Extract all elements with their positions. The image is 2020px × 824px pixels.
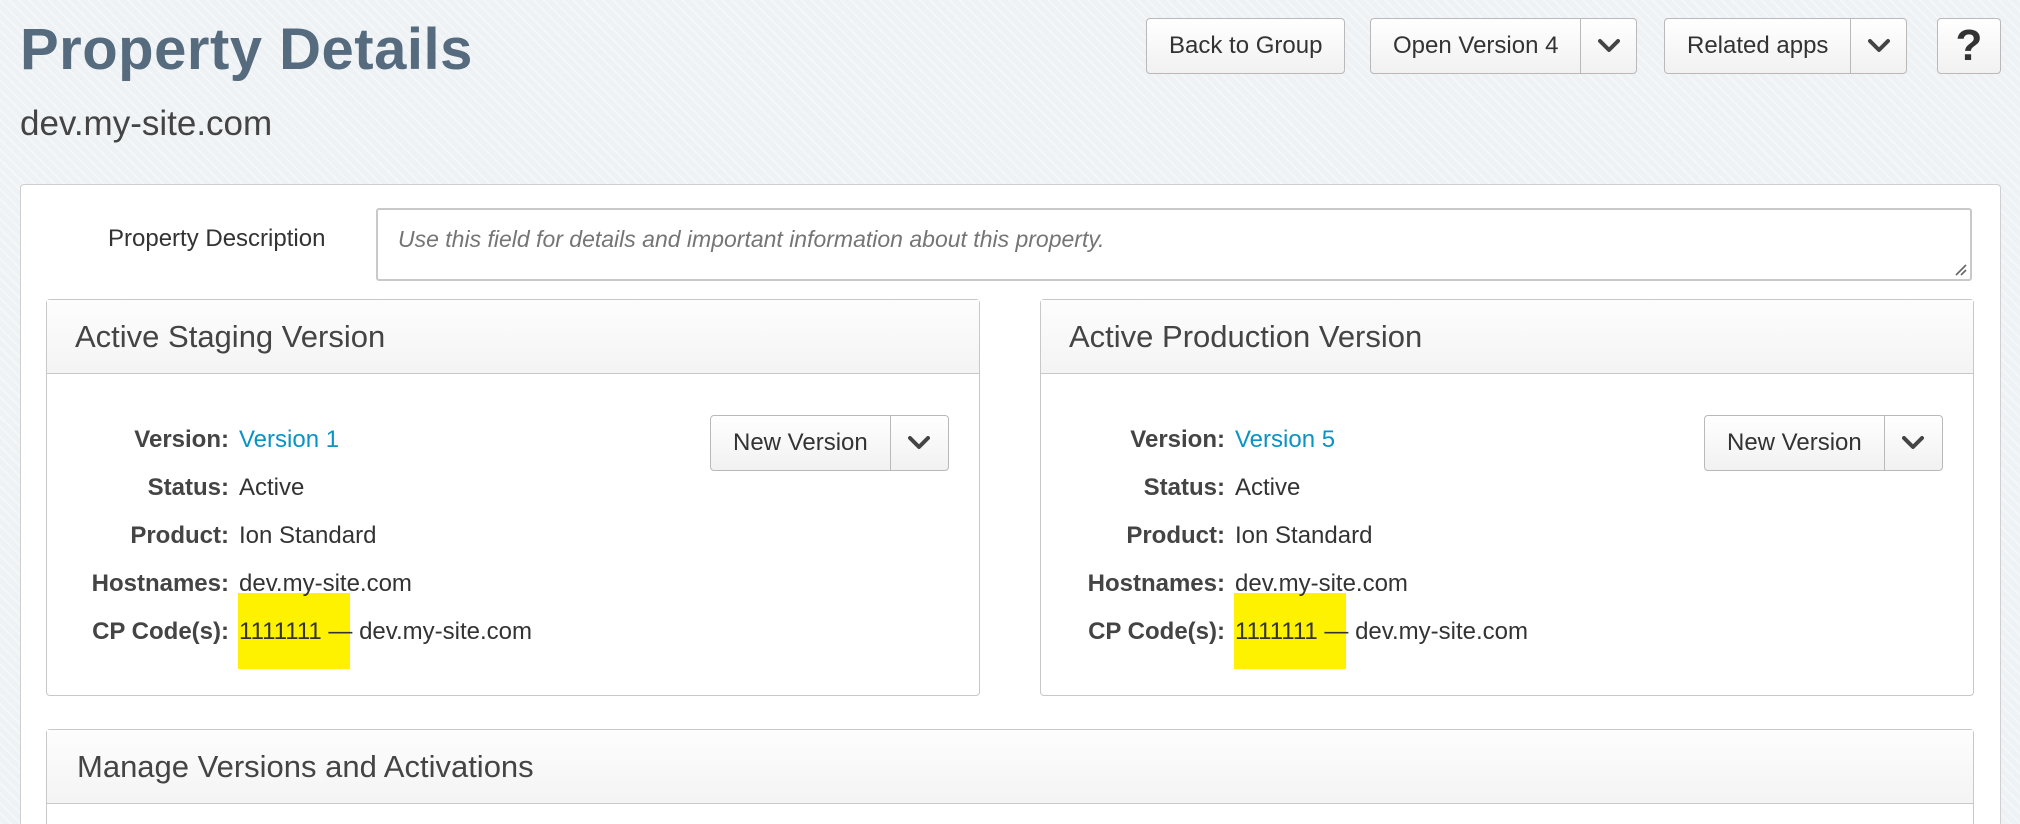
manage-versions-title: Manage Versions and Activations [47,730,1973,804]
hostnames-label: Hostnames: [1087,570,1225,597]
resize-handle-icon[interactable] [1953,262,1967,276]
staging-cpcode-value: 1111111 [239,618,322,645]
production-cpcode-host: — dev.my-site.com [1317,618,1529,645]
manage-versions-panel: Manage Versions and Activations [46,729,1974,824]
open-version-dropdown-button[interactable] [1580,19,1636,73]
staging-product-value: Ion Standard [239,522,377,549]
hostnames-label: Hostnames: [91,570,229,597]
production-hostnames-value: dev.my-site.com [1235,570,1408,597]
staging-new-version-button[interactable]: New Version [711,429,890,457]
staging-cpcode-row: CP Code(s): 1111111 — dev.my-site.com [54,618,532,646]
staging-status-row: Status: Active [54,474,305,502]
page-title: Property Details [20,17,473,82]
page-subtitle: dev.my-site.com [20,104,273,143]
staging-hostnames-value: dev.my-site.com [239,570,412,597]
product-label: Product: [130,522,229,549]
back-to-group-button[interactable]: Back to Group [1146,18,1346,74]
production-cpcode-value: 1111111 [1235,618,1318,645]
back-to-group-label: Back to Group [1169,32,1323,59]
staging-product-row: Product: Ion Standard [54,522,376,550]
staging-panel-title: Active Staging Version [47,300,979,374]
production-panel-title: Active Production Version [1041,300,1973,374]
staging-new-version-split-button: New Version [710,415,949,471]
open-version-split-button: Open Version 4 [1370,18,1638,74]
related-apps-split-button: Related apps [1664,18,1908,74]
staging-version-row: Version: Version 1 [54,426,339,454]
cpcodes-label: CP Code(s): [92,618,229,645]
production-new-version-dropdown-button[interactable] [1883,416,1942,470]
production-version-row: Version: Version 5 [1050,426,1335,454]
property-description-input[interactable] [376,208,1972,281]
active-staging-version-panel: Active Staging Version Version: Version … [46,299,980,696]
staging-version-link[interactable]: Version 1 [239,426,339,454]
staging-cpcode-host: — dev.my-site.com [321,618,533,645]
production-version-link[interactable]: Version 5 [1235,426,1335,454]
production-status-value: Active [1235,474,1301,501]
production-new-version-split-button: New Version [1704,415,1943,471]
help-icon: ? [1955,21,1983,70]
related-apps-button[interactable]: Related apps [1665,32,1850,60]
version-label: Version: [1130,426,1225,453]
staging-hostnames-row: Hostnames: dev.my-site.com [54,570,412,598]
chevron-down-icon [908,436,931,449]
cpcodes-label: CP Code(s): [1088,618,1225,645]
related-apps-dropdown-button[interactable] [1850,19,1906,73]
product-label: Product: [1126,522,1225,549]
production-new-version-button[interactable]: New Version [1705,429,1884,457]
active-production-version-panel: Active Production Version Version: Versi… [1040,299,1974,696]
staging-status-value: Active [239,474,305,501]
production-hostnames-row: Hostnames: dev.my-site.com [1050,570,1408,598]
production-cpcode-row: CP Code(s): 1111111 — dev.my-site.com [1050,618,1528,646]
status-label: Status: [1143,474,1225,501]
chevron-down-icon [1867,39,1890,52]
production-product-value: Ion Standard [1235,522,1373,549]
chevron-down-icon [1902,436,1925,449]
status-label: Status: [147,474,229,501]
production-status-row: Status: Active [1050,474,1301,502]
open-version-button[interactable]: Open Version 4 [1371,32,1580,60]
help-button[interactable]: ? [1937,18,2001,74]
version-label: Version: [134,426,229,453]
property-description-label: Property Description [108,225,326,252]
chevron-down-icon [1597,39,1620,52]
production-product-row: Product: Ion Standard [1050,522,1372,550]
staging-new-version-dropdown-button[interactable] [889,416,948,470]
